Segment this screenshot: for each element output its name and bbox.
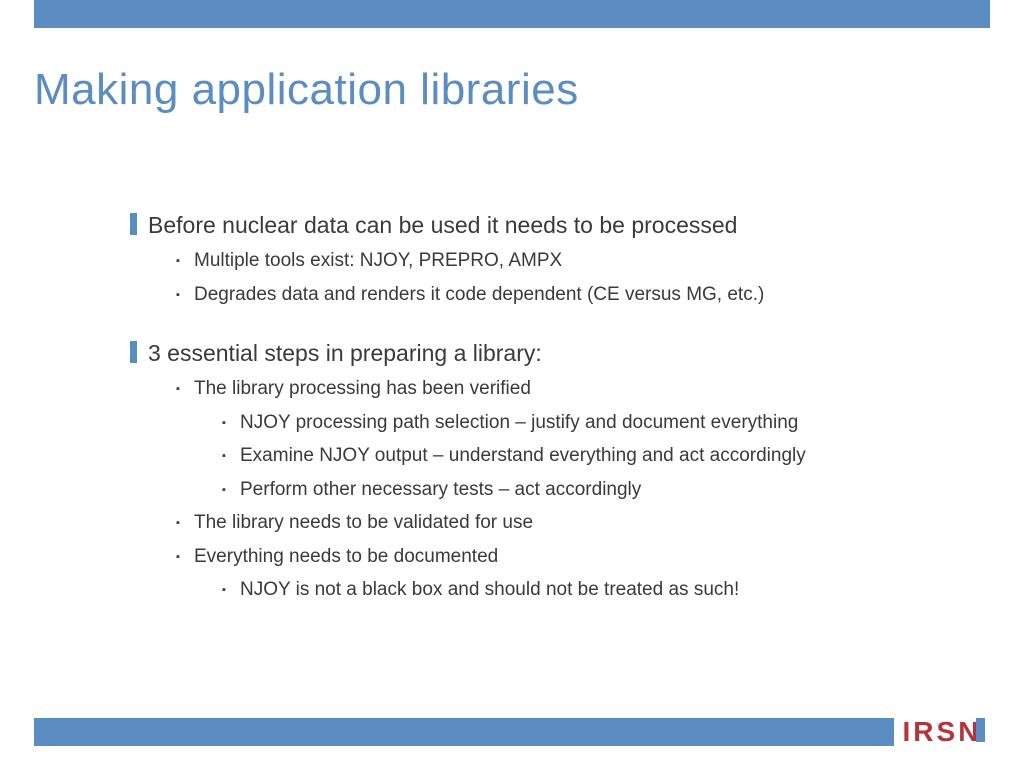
- slide-body: Before nuclear data can be used it needs…: [130, 210, 970, 610]
- bullet-l2: Everything needs to be documented: [176, 543, 970, 571]
- logo-text: IRS: [903, 716, 959, 748]
- logo-n: N: [958, 716, 981, 748]
- bullet-l2: Multiple tools exist: NJOY, PREPRO, AMPX: [176, 247, 970, 275]
- bullet-l3: Examine NJOY output – understand everyth…: [222, 442, 970, 470]
- bullet-l3: NJOY is not a black box and should not b…: [222, 576, 970, 604]
- spacer: [130, 314, 970, 338]
- irsn-logo: IRSN: [894, 708, 990, 756]
- bullet-l1: 3 essential steps in preparing a library…: [130, 338, 970, 369]
- bullet-l2: Degrades data and renders it code depend…: [176, 281, 970, 309]
- bullet-l3: NJOY processing path selection – justify…: [222, 409, 970, 437]
- slide-title: Making application libraries: [34, 65, 579, 115]
- bullet-l3: Perform other necessary tests – act acco…: [222, 476, 970, 504]
- bullet-l1: Before nuclear data can be used it needs…: [130, 210, 970, 241]
- bottom-accent-bar: [34, 718, 990, 746]
- bullet-l2: The library needs to be validated for us…: [176, 509, 970, 537]
- bullet-l2: The library processing has been verified: [176, 375, 970, 403]
- top-accent-bar: [34, 0, 990, 28]
